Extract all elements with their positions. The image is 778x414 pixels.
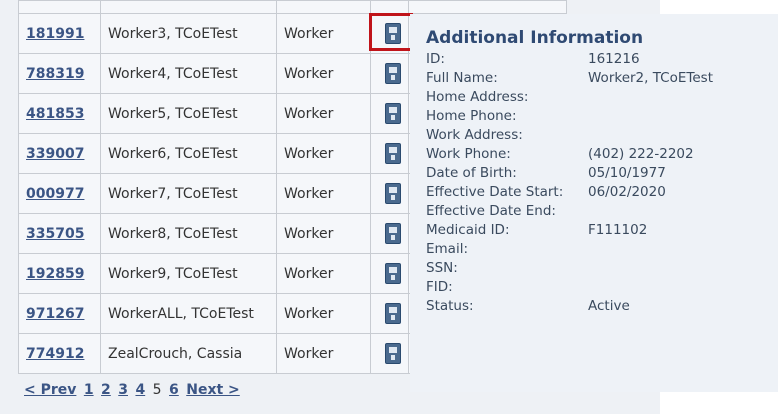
info-label: Full Name: (426, 70, 498, 86)
worker-name: Worker5, TCoETest (100, 93, 277, 134)
worker-name: Worker7, TCoETest (100, 173, 277, 214)
info-row: Home Phone: (426, 107, 778, 126)
id-card-icon[interactable] (385, 263, 401, 284)
popup-title: Additional Information (426, 28, 644, 48)
info-label: Effective Date Start: (426, 184, 564, 200)
info-row: Work Phone: (402) 222-2202 (426, 145, 778, 164)
info-value: 161216 (588, 51, 640, 67)
info-label: Date of Birth: (426, 165, 517, 181)
worker-name: WorkerALL, TCoETest (100, 293, 277, 334)
info-label: Email: (426, 241, 469, 257)
id-card-icon[interactable] (385, 143, 401, 164)
worker-id-link[interactable]: 335705 (26, 226, 84, 242)
info-row: SSN: (426, 259, 778, 278)
info-label: Home Address: (426, 89, 529, 105)
worker-role: Worker (276, 173, 371, 214)
page-link-4[interactable]: 4 (135, 382, 145, 398)
page-link-2[interactable]: 2 (101, 382, 111, 398)
popup-field-list: ID: 161216 Full Name: Worker2, TCoETest Home… (426, 50, 778, 316)
info-label: Effective Date End: (426, 203, 556, 219)
id-card-icon[interactable] (385, 63, 401, 84)
worker-id-link[interactable]: 181991 (26, 26, 84, 42)
worker-id-link[interactable]: 788319 (26, 66, 84, 82)
info-value: Active (588, 298, 630, 314)
worker-name: Worker8, TCoETest (100, 213, 277, 254)
info-value: F111102 (588, 222, 648, 238)
highlighted-info-button-outline (369, 13, 413, 51)
id-card-icon[interactable] (385, 223, 401, 244)
info-label: Status: (426, 298, 474, 314)
worker-role: Worker (276, 253, 371, 294)
table-row-partial (18, 0, 567, 14)
worker-name: ZealCrouch, Cassia (100, 333, 277, 374)
id-card-icon[interactable] (385, 343, 401, 364)
id-card-icon[interactable] (385, 103, 401, 124)
info-label: FID: (426, 279, 453, 295)
worker-name: Worker9, TCoETest (100, 253, 277, 294)
worker-role: Worker (276, 53, 371, 94)
page-link-6[interactable]: 6 (169, 382, 179, 398)
pagination: < Prev 1 2 3 4 5 6 Next > (24, 382, 243, 398)
info-value: (402) 222-2202 (588, 146, 694, 162)
info-row: Home Address: (426, 88, 778, 107)
info-label: Work Phone: (426, 146, 511, 162)
info-row: ID: 161216 (426, 50, 778, 69)
worker-id-link[interactable]: 000977 (26, 186, 84, 202)
worker-id-link[interactable]: 339007 (26, 146, 84, 162)
prev-page-link[interactable]: < Prev (24, 382, 76, 398)
worker-role: Worker (276, 213, 371, 254)
worker-role: Worker (276, 93, 371, 134)
worker-role: Worker (276, 133, 371, 174)
info-row: Date of Birth: 05/10/1977 (426, 164, 778, 183)
worker-name: Worker3, TCoETest (100, 13, 277, 54)
info-row: Full Name: Worker2, TCoETest (426, 69, 778, 88)
info-label: ID: (426, 51, 445, 67)
info-row: Email: (426, 240, 778, 259)
next-page-link[interactable]: Next > (186, 382, 240, 398)
worker-id-link[interactable]: 971267 (26, 306, 84, 322)
worker-name: Worker6, TCoETest (100, 133, 277, 174)
page-link-1[interactable]: 1 (84, 382, 94, 398)
additional-info-popup: Additional Information ID: 161216 Full Nam… (410, 14, 778, 392)
info-row: Effective Date Start: 06/02/2020 (426, 183, 778, 202)
info-label: Medicaid ID: (426, 222, 510, 238)
worker-role: Worker (276, 333, 371, 374)
info-row: FID: (426, 278, 778, 297)
info-value: Worker2, TCoETest (588, 70, 713, 86)
id-card-icon[interactable] (385, 303, 401, 324)
info-row: Medicaid ID: F111102 (426, 221, 778, 240)
page-link-3[interactable]: 3 (118, 382, 128, 398)
info-row: Status: Active (426, 297, 778, 316)
worker-id-link[interactable]: 481853 (26, 106, 84, 122)
info-label: Work Address: (426, 127, 523, 143)
worker-role: Worker (276, 13, 371, 54)
worker-id-link[interactable]: 774912 (26, 346, 84, 362)
info-value: 06/02/2020 (588, 184, 666, 200)
info-row: Effective Date End: (426, 202, 778, 221)
worker-role: Worker (276, 293, 371, 334)
worker-id-link[interactable]: 192859 (26, 266, 84, 282)
id-card-icon[interactable] (385, 183, 401, 204)
current-page: 5 (152, 382, 162, 398)
worker-name: Worker4, TCoETest (100, 53, 277, 94)
info-label: SSN: (426, 260, 458, 276)
info-label: Home Phone: (426, 108, 517, 124)
info-row: Work Address: (426, 126, 778, 145)
info-value: 05/10/1977 (588, 165, 666, 181)
